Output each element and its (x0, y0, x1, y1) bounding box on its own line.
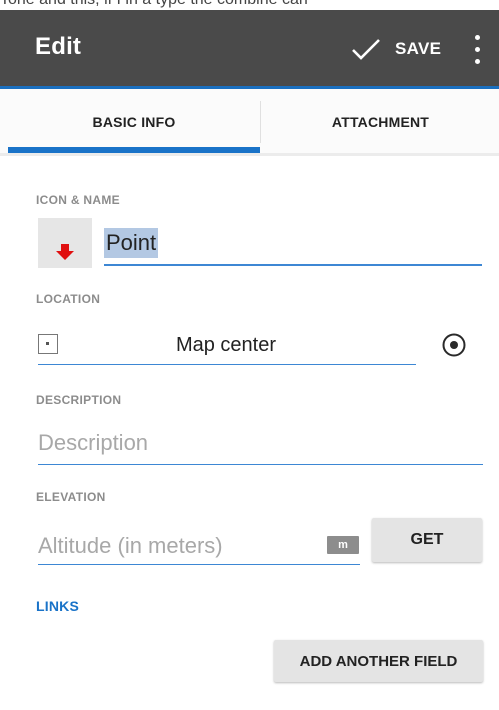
save-label: SAVE (395, 39, 442, 58)
unit-badge: m (327, 536, 359, 554)
red-arrow-down-icon (56, 244, 74, 260)
tab-basic-info[interactable]: BASIC INFO (8, 89, 260, 155)
name-input[interactable]: Point (104, 224, 482, 266)
action-bar: Edit SAVE (0, 10, 499, 86)
elevation-label: ELEVATION (36, 490, 106, 504)
name-value: Point (104, 228, 159, 258)
tab-bar: BASIC INFO ATTACHMENT (0, 89, 499, 155)
save-button[interactable]: SAVE (351, 32, 441, 66)
altitude-input[interactable]: Altitude (in meters) (38, 533, 223, 559)
get-elevation-button[interactable]: GET (372, 518, 482, 562)
description-underline (38, 464, 483, 465)
description-label: DESCRIPTION (36, 393, 122, 407)
location-underline (38, 364, 416, 365)
location-point-icon[interactable] (38, 334, 58, 354)
icon-name-label: ICON & NAME (36, 193, 120, 207)
point-icon-picker[interactable] (38, 218, 92, 268)
add-another-field-button[interactable]: ADD ANOTHER FIELD (274, 640, 483, 682)
location-label: LOCATION (36, 292, 101, 306)
tab-attachment[interactable]: ATTACHMENT (262, 89, 499, 155)
cut-off-top-text: Tone and this, if I in a type the combin… (0, 0, 499, 10)
name-input-underline (104, 264, 482, 266)
tab-bar-shadow (0, 153, 499, 156)
description-input[interactable]: Description (38, 430, 148, 456)
links-label[interactable]: LINKS (36, 598, 79, 614)
checkmark-icon (352, 39, 380, 60)
page-title: Edit (35, 33, 82, 60)
tab-separator (260, 101, 261, 143)
location-value[interactable]: Map center (38, 326, 414, 364)
altitude-underline (38, 564, 360, 565)
more-options-icon[interactable] (470, 32, 486, 68)
target-icon[interactable] (441, 332, 467, 358)
cut-off-text: Tone and this, if I in a type the combin… (0, 0, 308, 9)
